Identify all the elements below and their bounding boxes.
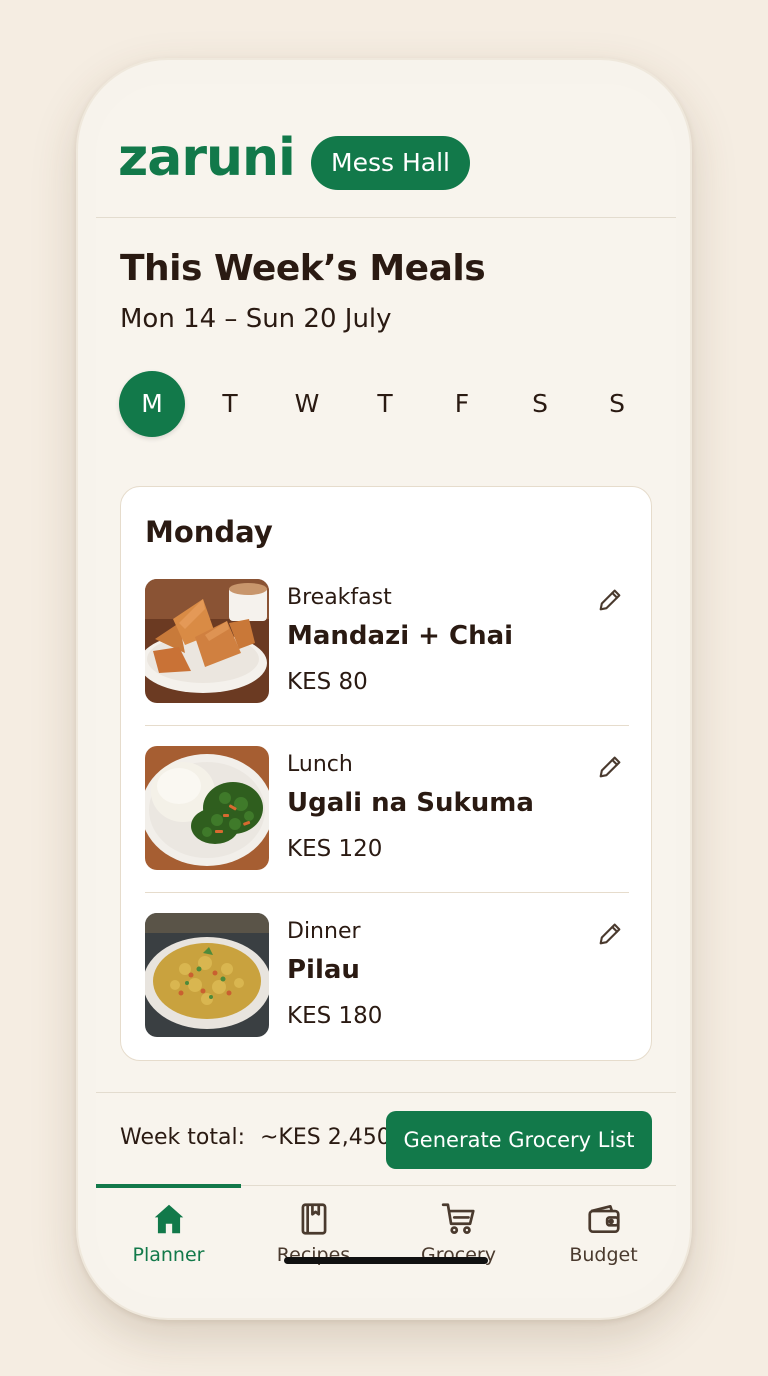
mess-hall-badge[interactable]: Mess Hall [311,136,470,190]
app-logo: zaruni [118,128,296,188]
day-saturday[interactable]: S [507,371,573,437]
day-sunday[interactable]: S [584,371,650,437]
week-summary-bar: Week total: ~KES 2,450 Generate Grocery … [96,1092,676,1186]
meal-price: KES 180 [287,1003,383,1029]
meal-type-label: Lunch [287,752,353,777]
bottom-nav: Planner Recipes Grocery Budget [96,1184,676,1298]
cart-icon [440,1200,478,1238]
phone-frame: zaruni Mess Hall This Week’s Meals Mon 1… [76,58,692,1320]
nav-budget[interactable]: Budget [531,1186,676,1276]
pilau-image [145,913,269,1037]
mandazi-chai-image [145,579,269,703]
app-screen: zaruni Mess Hall This Week’s Meals Mon 1… [96,84,676,1298]
date-range: Mon 14 – Sun 20 July [120,304,392,334]
pencil-icon[interactable] [593,750,627,784]
nav-budget-label: Budget [569,1244,638,1266]
ugali-sukuma-image [145,746,269,870]
day-card: Monday Breakfast Mandazi + Chai KES 80 L… [120,486,652,1061]
home-indicator-bar [284,1257,488,1264]
week-total-label: Week total: [120,1125,245,1150]
wallet-icon [585,1200,623,1238]
day-card-title: Monday [145,515,273,549]
meal-price: KES 120 [287,836,383,862]
day-thursday[interactable]: T [352,371,418,437]
day-tuesday[interactable]: T [197,371,263,437]
meal-type-label: Dinner [287,919,361,944]
meal-price: KES 80 [287,669,368,695]
meal-row-breakfast[interactable]: Breakfast Mandazi + Chai KES 80 [145,579,629,704]
pencil-icon[interactable] [593,917,627,951]
nav-planner[interactable]: Planner [96,1186,241,1276]
day-friday[interactable]: F [429,371,495,437]
meal-type-label: Breakfast [287,585,392,610]
meal-name: Pilau [287,955,360,985]
meal-divider [145,892,629,893]
pencil-icon[interactable] [593,583,627,617]
nav-planner-label: Planner [132,1244,205,1266]
meal-row-dinner[interactable]: Dinner Pilau KES 180 [145,913,629,1038]
book-icon [295,1200,333,1238]
meal-row-lunch[interactable]: Lunch Ugali na Sukuma KES 120 [145,746,629,871]
day-selector: M T W T F S S [119,371,659,437]
meal-name: Mandazi + Chai [287,621,514,651]
page-title: This Week’s Meals [120,248,486,289]
app-header: zaruni Mess Hall [96,84,676,218]
meal-divider [145,725,629,726]
home-icon [150,1200,188,1238]
meal-name: Ugali na Sukuma [287,788,534,818]
generate-grocery-list-button[interactable]: Generate Grocery List [386,1111,652,1169]
day-wednesday[interactable]: W [274,371,340,437]
week-total: Week total: ~KES 2,450 [120,1125,391,1150]
day-monday[interactable]: M [119,371,185,437]
week-total-value: ~KES 2,450 [260,1125,391,1150]
